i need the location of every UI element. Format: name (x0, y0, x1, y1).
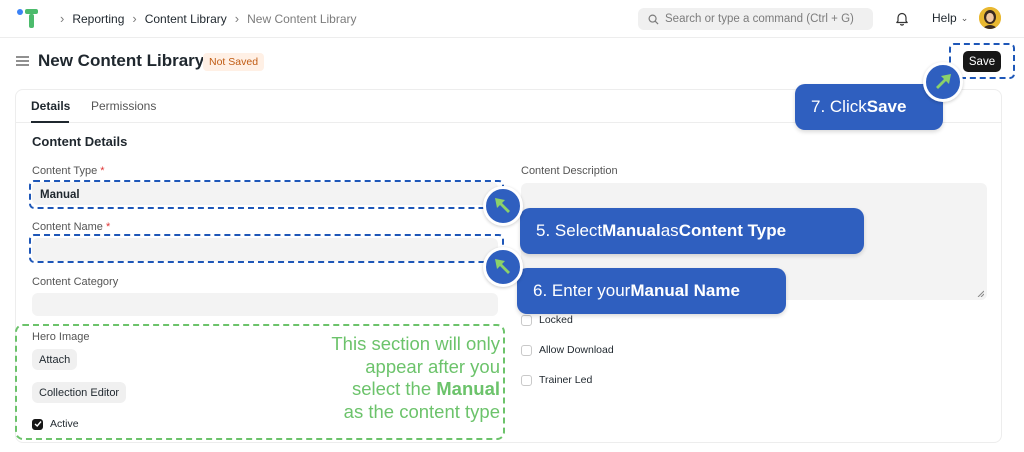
chevron-right-icon: › (234, 11, 240, 26)
locked-checkbox[interactable] (521, 314, 532, 326)
allow-download-checkbox-row[interactable]: Allow Download (521, 344, 614, 356)
top-navbar: › Reporting › Content Library › New Cont… (0, 0, 1024, 38)
content-category-label: Content Category (32, 276, 119, 288)
content-description-label: Content Description (521, 165, 618, 177)
chevron-right-icon: › (132, 11, 137, 26)
tab-permissions[interactable]: Permissions (91, 99, 156, 113)
search-placeholder: Search or type a command (Ctrl + G) (665, 13, 854, 25)
content-name-highlight (29, 234, 504, 263)
content-type-label: Content Type * (32, 165, 105, 177)
allow-download-checkbox[interactable] (521, 344, 532, 356)
trainer-led-label: Trainer Led (539, 374, 593, 386)
pointer-arrow-icon (483, 247, 523, 287)
section-note: This section will only appear after you … (331, 333, 500, 422)
allow-download-label: Allow Download (539, 344, 614, 356)
tab-details[interactable]: Details (31, 99, 70, 113)
content-type-highlight (29, 180, 504, 209)
section-title: Content Details (32, 134, 128, 149)
hamburger-menu-icon[interactable] (16, 54, 29, 72)
breadcrumb-current: New Content Library (247, 11, 357, 26)
page-title: New Content Library (38, 51, 205, 70)
frappe-logo-icon[interactable] (16, 8, 40, 30)
status-badge: Not Saved (203, 53, 265, 71)
pointer-arrow-icon (483, 186, 523, 226)
search-icon (648, 14, 659, 25)
locked-label: Locked (539, 314, 573, 326)
step-5-callout: 5. Select Manual as Content Type (520, 208, 864, 254)
chevron-down-icon: ⌄ (960, 12, 969, 23)
step-7-callout: 7. Click Save (795, 84, 943, 130)
active-tab-indicator (31, 121, 69, 123)
chevron-right-icon: › (60, 11, 65, 26)
trainer-led-checkbox-row[interactable]: Trainer Led (521, 374, 592, 386)
bell-icon[interactable] (895, 11, 909, 31)
content-category-input[interactable] (32, 293, 498, 316)
breadcrumb-reporting[interactable]: Reporting (72, 12, 124, 26)
pointer-arrow-icon (923, 62, 963, 102)
breadcrumb-content-library[interactable]: Content Library (145, 12, 227, 26)
content-name-label: Content Name * (32, 221, 111, 233)
help-label: Help (932, 11, 957, 25)
help-menu[interactable]: Help ⌄ (932, 11, 968, 25)
breadcrumb: › Reporting › Content Library › New Cont… (52, 11, 357, 26)
trainer-led-checkbox[interactable] (521, 374, 532, 386)
step-6-callout: 6. Enter your Manual Name (517, 268, 786, 314)
user-avatar[interactable] (979, 7, 1001, 29)
search-input[interactable]: Search or type a command (Ctrl + G) (638, 8, 873, 30)
locked-checkbox-row[interactable]: Locked (521, 314, 573, 326)
resize-handle-icon[interactable] (977, 290, 984, 297)
